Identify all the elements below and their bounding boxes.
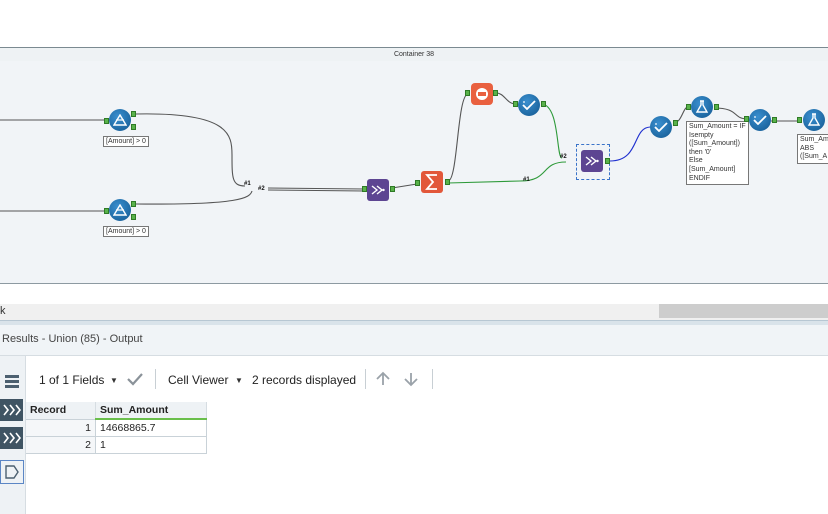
filter-annotation-2: [Amount] > 0 [103,226,149,237]
input-data-button[interactable] [0,399,23,421]
formula-flask-icon [695,100,709,113]
output-data-button[interactable] [0,427,23,449]
union-tool[interactable] [367,179,389,201]
fields-selector[interactable]: 1 of 1 Fields [39,373,104,387]
records-count: 2 records displayed [252,373,357,387]
results-title: Results - Union (85) - Output [2,333,143,345]
wire-union2-check2 [609,126,651,162]
union2-input-label-2: #2 [560,154,567,160]
check-icon [753,115,767,125]
formula-flask-icon [807,113,821,126]
formula-line: [Sum_Amount] [689,165,736,173]
scroll-fragment-text: k [0,305,6,317]
output-anchor[interactable] [673,120,678,126]
output-anchor[interactable] [714,104,719,110]
formula-annotation-1: Sum_Amount = IF Isempty ([Sum_Amount]) t… [686,121,749,186]
filter-tool-1[interactable] [109,109,131,131]
false-anchor[interactable] [131,214,136,220]
union-input-label-2: #2 [258,186,265,192]
output-anchor[interactable] [605,158,610,164]
formula-line: ABS [800,144,815,152]
toolbar-divider [365,369,366,389]
formula-tool-1[interactable] [691,96,713,118]
true-anchor[interactable] [131,201,136,207]
true-anchor[interactable] [131,111,136,117]
column-header-sum-amount[interactable]: Sum_Amount [95,402,207,420]
chevrons-icon [2,432,21,444]
wire-union-in [267,187,365,190]
column-header-record[interactable]: Record [26,402,96,419]
metadata-button[interactable] [0,460,24,484]
arrow-down-icon[interactable] [403,371,419,387]
formula-line: then '0' [689,148,712,156]
formula-line: Sum_Amount = IF [689,123,746,130]
union-icon [585,156,599,166]
record-number-cell[interactable]: 1 [26,418,96,437]
checkmark-icon[interactable] [126,372,144,386]
wire-union-summarize [391,183,418,189]
sigma-icon [425,174,437,190]
formula-tool-2[interactable] [803,109,825,131]
output-anchor[interactable] [493,90,498,96]
union2-input-label-1: #1 [523,177,530,183]
results-toolbar: 1 of 1 Fields ▼ Cell Viewer ▼ 2 records … [26,360,828,398]
input-anchor[interactable] [465,90,470,96]
table-view-button[interactable] [0,371,23,393]
filter-tool-2[interactable] [109,199,131,221]
input-anchor[interactable] [104,208,109,214]
sum-amount-cell[interactable]: 1 [95,436,207,454]
check-icon [654,122,668,132]
false-anchor[interactable] [131,124,136,130]
output-anchor[interactable] [772,117,777,123]
output-anchor[interactable] [445,179,450,185]
rows-icon [4,375,19,388]
summarize-tool[interactable] [421,171,443,193]
union-tool-2[interactable] [581,150,603,172]
scrollbar-thumb[interactable] [659,304,828,318]
wire-summarize-union2 [447,161,567,184]
tag-icon [5,465,19,479]
chevrons-icon [2,404,21,416]
output-anchor[interactable] [541,101,546,107]
sum-amount-cell[interactable]: 14668865.7 [95,418,207,437]
formula-line: Else [689,157,703,165]
grid-header-row: Record Sum_Amount [26,402,207,420]
toolbar-divider [432,369,433,389]
formula-line: ([Sum_Amount]) [689,140,740,148]
chevron-down-icon[interactable]: ▼ [110,376,118,385]
input-anchor[interactable] [415,180,420,186]
formula-line: Sum_Amo [800,136,828,143]
union-input-label-1: #1 [244,181,251,187]
sample-tool[interactable] [471,83,493,105]
toolbar-divider [155,369,156,389]
table-row[interactable]: 1 14668865.7 [26,418,207,437]
table-row[interactable]: 2 1 [26,436,207,454]
wire-summarize-red [447,93,469,182]
chevron-down-icon[interactable]: ▼ [235,376,243,385]
cell-viewer-button[interactable]: Cell Viewer [168,373,228,387]
wire-filter2-union [135,190,253,205]
check-icon [522,100,536,110]
filter-annotation-1: [Amount] > 0 [103,136,149,147]
arrow-up-icon[interactable] [375,371,391,387]
filter-icon [113,114,127,126]
wire-formula-check3 [713,107,749,120]
sample-icon [476,88,488,100]
wire-filter1-union [135,113,246,187]
record-number-cell[interactable]: 2 [26,436,96,454]
input-anchor[interactable] [797,117,802,123]
select-tool-2[interactable] [650,116,672,138]
input-anchor[interactable] [104,118,109,124]
select-tool-3[interactable] [749,109,771,131]
filter-icon [113,204,127,216]
formula-line: Isempty [689,131,714,139]
results-grid[interactable]: Record Sum_Amount 1 14668865.7 2 1 [26,402,207,454]
formula-line: ENDIF [689,174,710,182]
wire-check-union2 [540,103,563,159]
formula-line: ([Sum_A [800,153,828,161]
formula-annotation-2: Sum_Amo ABS ([Sum_A [797,134,828,164]
union-icon [371,185,385,195]
select-tool-1[interactable] [518,94,540,116]
output-anchor[interactable] [390,186,395,192]
